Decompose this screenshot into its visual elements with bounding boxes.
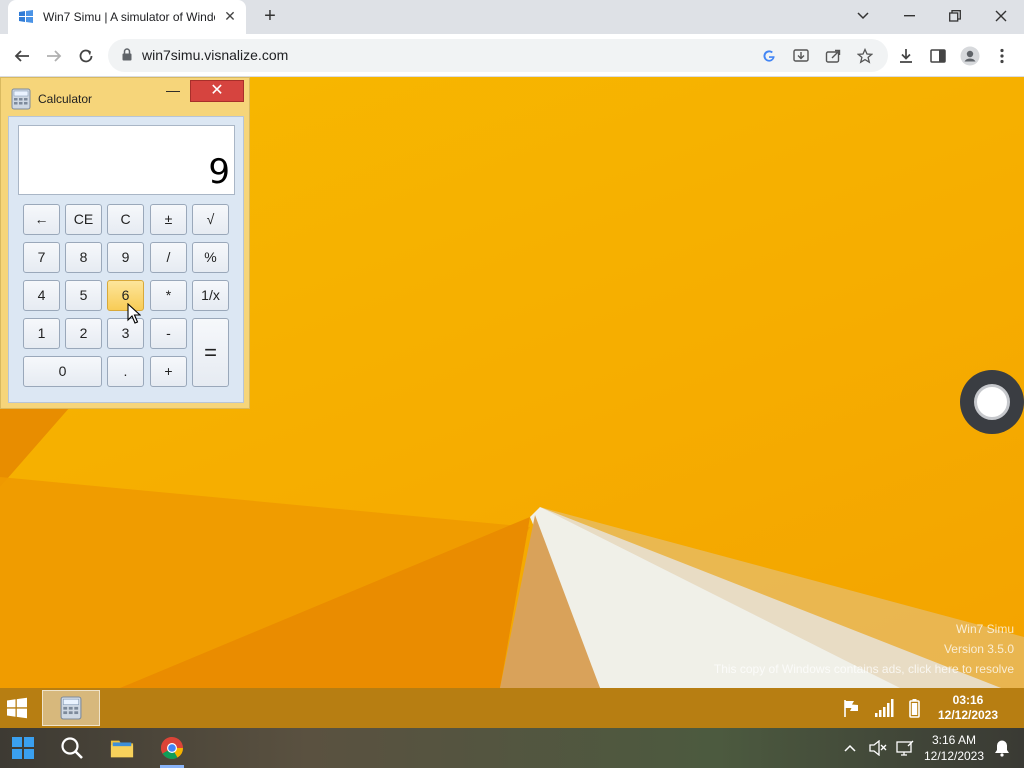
key-subtract[interactable]: - — [150, 318, 187, 349]
action-center-flag-icon[interactable] — [842, 698, 862, 718]
key-5[interactable]: 5 — [65, 280, 102, 311]
battery-icon[interactable] — [904, 698, 924, 718]
notifications-button[interactable] — [990, 736, 1014, 760]
key-divide[interactable]: / — [150, 242, 187, 273]
windows-start-icon[interactable] — [6, 697, 28, 719]
calculator-body: 9 ← CE C ± √ 7 8 9 / % 4 5 6 * 1/x 1 2 3… — [8, 116, 244, 403]
speaker-muted-icon — [869, 740, 887, 756]
google-lens-icon[interactable] — [760, 47, 778, 65]
more-menu-icon[interactable] — [992, 46, 1012, 66]
display-network-icon — [896, 740, 914, 756]
show-hidden-icons-button[interactable] — [838, 736, 862, 760]
minimize-button[interactable] — [887, 0, 931, 32]
close-icon — [995, 10, 1007, 22]
calculator-minimize-button[interactable]: — — [161, 80, 185, 104]
host-time: 3:16 AM — [931, 733, 977, 747]
back-button[interactable] — [9, 43, 35, 69]
calculator-app-icon — [60, 696, 82, 720]
close-window-button[interactable] — [979, 0, 1023, 32]
restore-icon — [949, 10, 961, 22]
side-panel-icon[interactable] — [928, 46, 948, 66]
simulator-time: 03:16 — [952, 693, 984, 707]
display-value: 9 — [208, 152, 230, 192]
key-1[interactable]: 1 — [23, 318, 60, 349]
minimize-icon — [903, 15, 915, 17]
key-2[interactable]: 2 — [65, 318, 102, 349]
tab-title: Win7 Simu | A simulator of Windows — [43, 10, 215, 24]
taskbar-calculator-button[interactable] — [42, 690, 100, 726]
key-8[interactable]: 8 — [65, 242, 102, 273]
calculator-titlebar[interactable]: Calculator — ✕ — [1, 78, 249, 114]
key-reciprocal[interactable]: 1/x — [192, 280, 229, 311]
simulator-clock[interactable]: 03:16 12/12/2023 — [930, 693, 1006, 723]
key-backspace[interactable]: ← — [23, 204, 60, 235]
bookmark-star-icon[interactable] — [856, 47, 874, 65]
lock-icon — [122, 48, 132, 61]
key-square-root[interactable]: √ — [192, 204, 229, 235]
win7simu-favicon-icon — [19, 10, 33, 23]
host-network-button[interactable] — [893, 736, 917, 760]
file-explorer-button[interactable] — [110, 736, 134, 760]
key-0[interactable]: 0 — [23, 356, 102, 387]
tab-search-button[interactable] — [841, 0, 885, 32]
arrow-right-icon — [47, 50, 62, 62]
mouse-pointer-icon — [127, 303, 141, 324]
share-icon[interactable] — [824, 47, 842, 65]
forward-button[interactable] — [41, 43, 67, 69]
browser-toolbar: win7simu.visnalize.com — [0, 34, 1024, 77]
host-clock[interactable]: 3:16 AM 12/12/2023 — [920, 732, 988, 764]
reload-icon — [79, 49, 93, 63]
chrome-taskbar-button[interactable] — [160, 736, 184, 768]
tab-close-icon[interactable]: ✕ — [222, 8, 238, 24]
simulator-date: 12/12/2023 — [937, 708, 999, 722]
key-clear-entry[interactable]: CE — [65, 204, 102, 235]
calculator-close-button[interactable]: ✕ — [190, 80, 244, 102]
key-decimal[interactable]: . — [107, 356, 144, 387]
key-multiply[interactable]: * — [150, 280, 187, 311]
host-date: 12/12/2023 — [923, 749, 985, 763]
search-icon — [61, 737, 83, 759]
assist-circle-icon — [974, 384, 1010, 420]
key-7[interactable]: 7 — [23, 242, 60, 273]
watermark-ads-notice[interactable]: This copy of Windows contains ads, click… — [714, 662, 1014, 676]
downloads-icon[interactable] — [896, 46, 916, 66]
key-plus-minus[interactable]: ± — [150, 204, 187, 235]
browser-tab-strip: Win7 Simu | A simulator of Windows ✕ + — [0, 0, 1024, 34]
watermark-title: Win7 Simu — [955, 622, 1014, 636]
host-search-button[interactable] — [60, 736, 84, 760]
folder-icon — [110, 740, 134, 758]
key-add[interactable]: + — [150, 356, 187, 387]
windows-logo-icon — [12, 737, 34, 759]
key-equals[interactable]: = — [192, 318, 229, 387]
close-icon: ✕ — [210, 82, 224, 99]
reload-button[interactable] — [73, 43, 99, 69]
network-signal-icon[interactable] — [874, 698, 894, 718]
key-clear[interactable]: C — [107, 204, 144, 235]
restore-button[interactable] — [933, 0, 977, 32]
host-start-button[interactable] — [11, 736, 35, 760]
host-volume-button[interactable] — [866, 736, 890, 760]
calculator-display: 9 — [18, 125, 235, 195]
key-9[interactable]: 9 — [107, 242, 144, 273]
browser-tab[interactable]: Win7 Simu | A simulator of Windows ✕ — [8, 0, 246, 34]
profile-avatar-icon[interactable] — [960, 46, 980, 66]
arrow-left-icon — [14, 50, 29, 62]
key-4[interactable]: 4 — [23, 280, 60, 311]
calculator-window: Calculator — ✕ 9 ← CE C ± √ 7 8 9 / % 4 … — [0, 77, 250, 409]
calculator-title: Calculator — [38, 92, 93, 106]
watermark-version: Version 3.5.0 — [943, 642, 1014, 656]
simulator-taskbar: 03:16 12/12/2023 — [0, 688, 1024, 728]
chevron-down-icon — [857, 12, 869, 20]
floating-assist-button[interactable] — [960, 370, 1024, 434]
install-app-icon[interactable] — [792, 47, 810, 65]
chevron-up-icon — [844, 744, 856, 752]
chrome-icon — [161, 737, 183, 759]
bell-icon — [995, 740, 1009, 757]
host-taskbar: 3:16 AM 12/12/2023 — [0, 728, 1024, 768]
key-percent[interactable]: % — [192, 242, 229, 273]
url-text: win7simu.visnalize.com — [142, 47, 289, 63]
new-tab-button[interactable]: + — [258, 5, 282, 29]
address-bar[interactable]: win7simu.visnalize.com — [108, 39, 888, 72]
calculator-app-icon — [11, 88, 31, 110]
